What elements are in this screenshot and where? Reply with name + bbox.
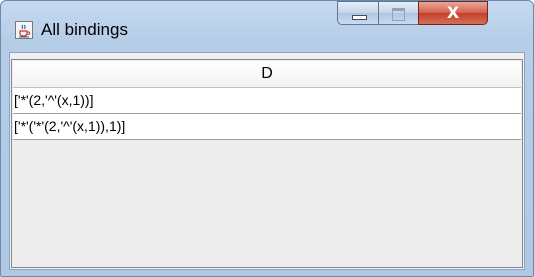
- bindings-table[interactable]: D ['*'(2,'^'(x,1))] ['*'('*'(2,'^'(x,1))…: [11, 59, 523, 268]
- column-header-d[interactable]: D: [13, 61, 521, 88]
- window-content: D ['*'(2,'^'(x,1))] ['*'('*'(2,'^'(x,1))…: [9, 52, 525, 270]
- title-bar[interactable]: All bindings X: [1, 1, 533, 51]
- maximize-icon: [392, 8, 405, 21]
- table-row[interactable]: ['*'(2,'^'(x,1))]: [13, 88, 521, 114]
- java-cup-icon[interactable]: [15, 21, 33, 39]
- window-title: All bindings: [41, 20, 128, 39]
- maximize-button[interactable]: [378, 1, 419, 25]
- close-icon: X: [446, 3, 460, 22]
- minimize-button[interactable]: [337, 1, 379, 25]
- minimize-icon: [352, 15, 367, 20]
- close-button[interactable]: X: [418, 1, 488, 25]
- table-row[interactable]: ['*'('*'(2,'^'(x,1)),1)]: [13, 114, 521, 140]
- all-bindings-window: All bindings X D ['*'(2,'^'(x,1))] ['*'(…: [0, 0, 534, 277]
